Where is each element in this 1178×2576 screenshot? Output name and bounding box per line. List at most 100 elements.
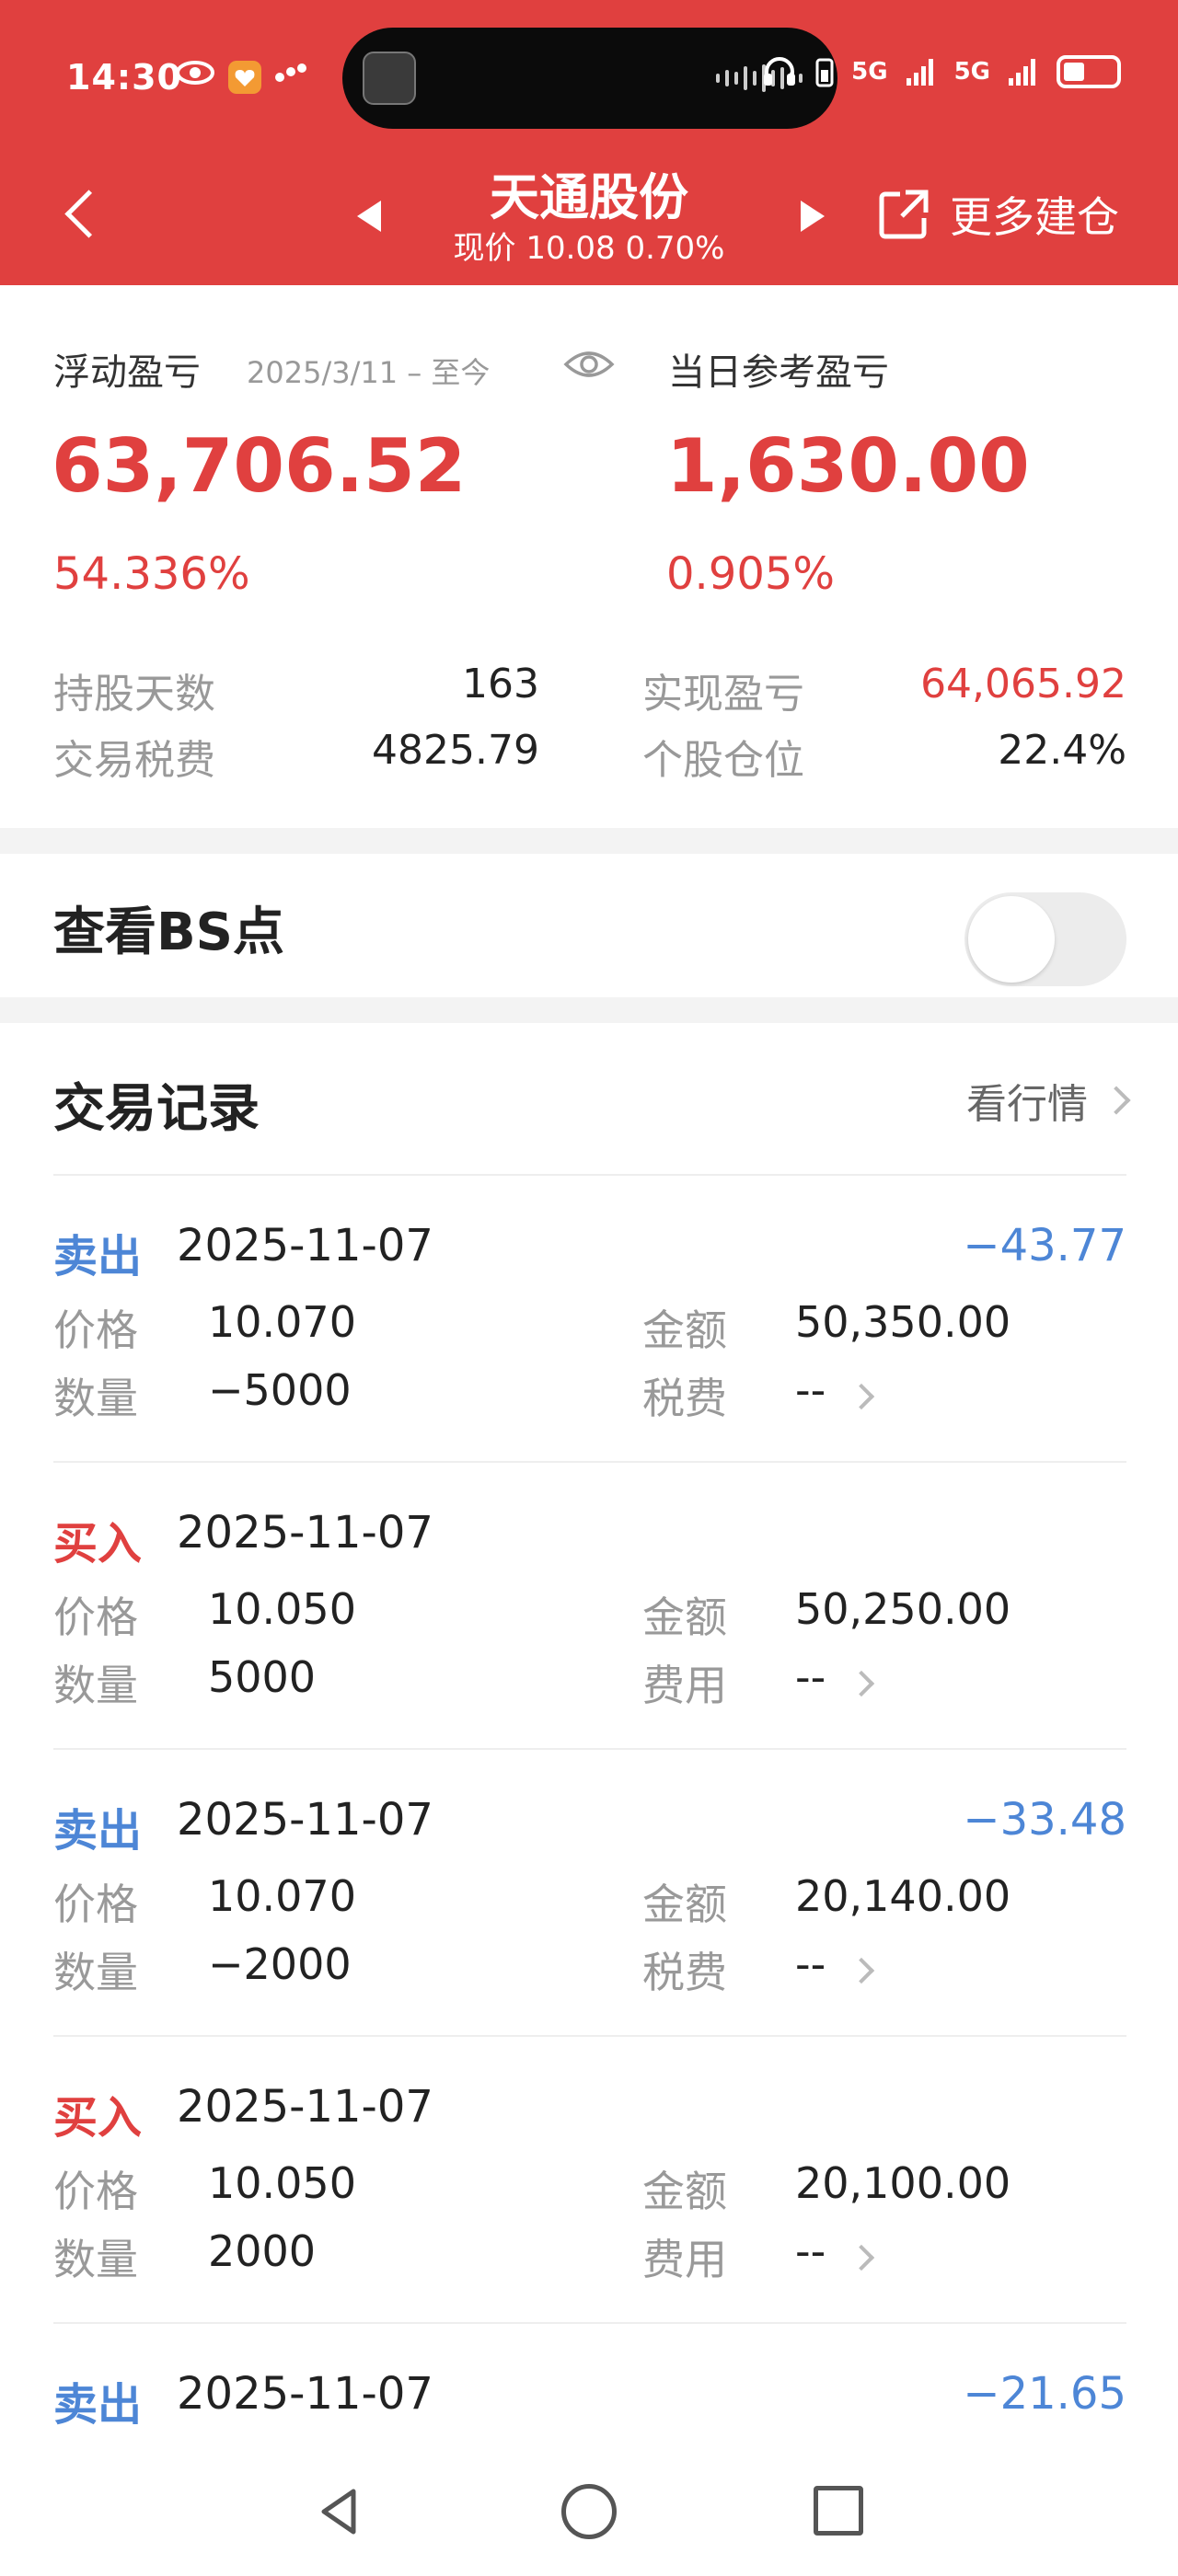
trade-pnl: −33.48 [963,1794,1126,1846]
signal-icon-1 [906,59,933,86]
position-value: 22.4% [998,727,1126,774]
realized-pnl-row: 实现盈亏 64,065.92 [642,661,1126,719]
qty-value: 5000 [208,1652,317,1702]
view-market-link[interactable]: 看行情 [966,1071,1131,1130]
dots-status-icon [272,59,313,94]
headphones-icon [764,57,796,86]
bs-points-row: 查看BS点 [0,854,1178,997]
status-right-icons: 5G 5G [761,55,1121,88]
chevron-right-icon[interactable] [848,1670,875,1697]
realized-pnl-value: 64,065.92 [920,661,1126,707]
hold-days-row: 持股天数 163 [53,661,539,719]
system-back-icon[interactable] [313,2484,368,2539]
today-pnl-percent: 0.905% [666,548,836,600]
price-label: 价格 [53,1305,138,1355]
battery-icon [1057,55,1121,88]
trade-date: 2025-11-07 [177,1220,433,1271]
status-time: 14:30 [66,57,182,98]
hold-days-value: 163 [462,661,539,707]
more-build-label: 更多建仓 [950,192,1119,242]
next-stock-button[interactable] [793,193,830,239]
fee-value: -- [795,2226,826,2276]
amount-value: 50,350.00 [795,1297,1011,1347]
qty-label: 数量 [53,1661,138,1710]
section-divider [0,997,1178,1023]
trade-pnl: −43.77 [963,1220,1126,1271]
trade-row[interactable]: 买入 2025-11-07 价格 10.050 金额 50,250.00 数量 … [53,1461,1126,1748]
view-market-label: 看行情 [966,1081,1088,1128]
fee-label: 交易税费 [53,737,215,784]
trade-records-title: 交易记录 [53,1079,260,1139]
chevron-right-icon[interactable] [848,2244,875,2271]
trade-row[interactable]: 买入 2025-11-07 价格 10.050 金额 20,100.00 数量 … [53,2035,1126,2322]
qty-value: −2000 [208,1939,352,1989]
app-header: 14:30 5G 5G 天通股份 现价 10.08 0.70% 更多建仓 [0,0,1178,285]
trade-type: 买入 [53,2092,143,2144]
current-price: 现价 10.08 0.70% [453,230,725,267]
system-recents-icon[interactable] [814,2486,863,2536]
qty-label: 数量 [53,2235,138,2284]
network-5g-label-1: 5G [851,58,888,86]
amount-label: 金额 [642,1305,727,1355]
amount-label: 金额 [642,2167,727,2216]
back-button[interactable] [55,177,110,250]
floating-pnl-range: 2025/3/11 – 至今 [247,355,491,390]
position-label: 个股仓位 [642,737,804,784]
trade-records: 交易记录 看行情 卖出 2025-11-07 −43.77 价格 10.070 … [0,1023,1178,2449]
trade-date: 2025-11-07 [177,2368,433,2420]
system-nav-bar [0,2449,1178,2576]
signal-icon-2 [1009,59,1035,86]
fee-label: 费用 [642,1661,727,1710]
fee-value: -- [795,1652,826,1702]
system-home-icon[interactable] [561,2484,617,2539]
pnl-summary: 浮动盈亏 2025/3/11 – 至今 当日参考盈亏 63,706.52 1,6… [0,285,1178,828]
amount-value: 50,250.00 [795,1584,1011,1634]
network-5g-label-2: 5G [953,58,990,86]
qty-value: 2000 [208,2226,317,2276]
fee-value: -- [795,1365,826,1415]
qty-label: 数量 [53,1374,138,1423]
realized-pnl-label: 实现盈亏 [642,671,804,718]
trade-type: 卖出 [53,2379,143,2431]
fee-label: 费用 [642,2235,727,2284]
small-battery-icon [815,58,834,87]
trade-date: 2025-11-07 [177,2081,433,2133]
app-notification-icon [226,59,263,103]
fee-label: 税费 [642,1948,727,1997]
price-value: 10.070 [208,1297,356,1347]
trade-date: 2025-11-07 [177,1794,433,1846]
bs-points-toggle[interactable] [964,892,1126,986]
trade-type: 卖出 [53,1231,143,1282]
amount-label: 金额 [642,1593,727,1642]
eye-status-icon [175,59,215,94]
fee-label: 税费 [642,1374,727,1423]
trade-row[interactable]: 卖出 2025-11-07 −21.65 [53,2322,1126,2449]
trade-type: 卖出 [53,1805,143,1857]
previous-stock-button[interactable] [352,193,388,239]
amount-value: 20,100.00 [795,2158,1011,2208]
chevron-right-icon[interactable] [848,1383,875,1410]
toggle-knob [968,896,1055,983]
trade-pnl: −21.65 [963,2368,1126,2420]
media-thumbnail-icon [363,52,416,105]
hold-days-label: 持股天数 [53,671,215,718]
bs-points-label: 查看BS点 [53,903,285,962]
floating-pnl-value: 63,706.52 [52,423,467,509]
price-label: 价格 [53,1593,138,1642]
floating-pnl-percent: 54.336% [53,548,250,600]
stock-name: 天通股份 [490,168,688,226]
chevron-right-icon[interactable] [848,1957,875,1984]
price-value: 10.050 [208,2158,356,2208]
qty-value: −5000 [208,1365,352,1415]
chevron-right-icon [1102,1086,1131,1115]
position-row: 个股仓位 22.4% [642,727,1126,786]
fee-value: 4825.79 [372,727,539,774]
trade-row[interactable]: 卖出 2025-11-07 −43.77 价格 10.070 金额 50,350… [53,1174,1126,1461]
trade-row[interactable]: 卖出 2025-11-07 −33.48 价格 10.070 金额 20,140… [53,1748,1126,2035]
section-divider [0,828,1178,854]
eye-toggle-icon[interactable] [563,346,615,383]
fee-value: -- [795,1939,826,1989]
status-bar: 14:30 5G 5G [0,0,1178,156]
amount-value: 20,140.00 [795,1871,1011,1921]
more-build-button[interactable]: 更多建仓 [874,173,1119,256]
